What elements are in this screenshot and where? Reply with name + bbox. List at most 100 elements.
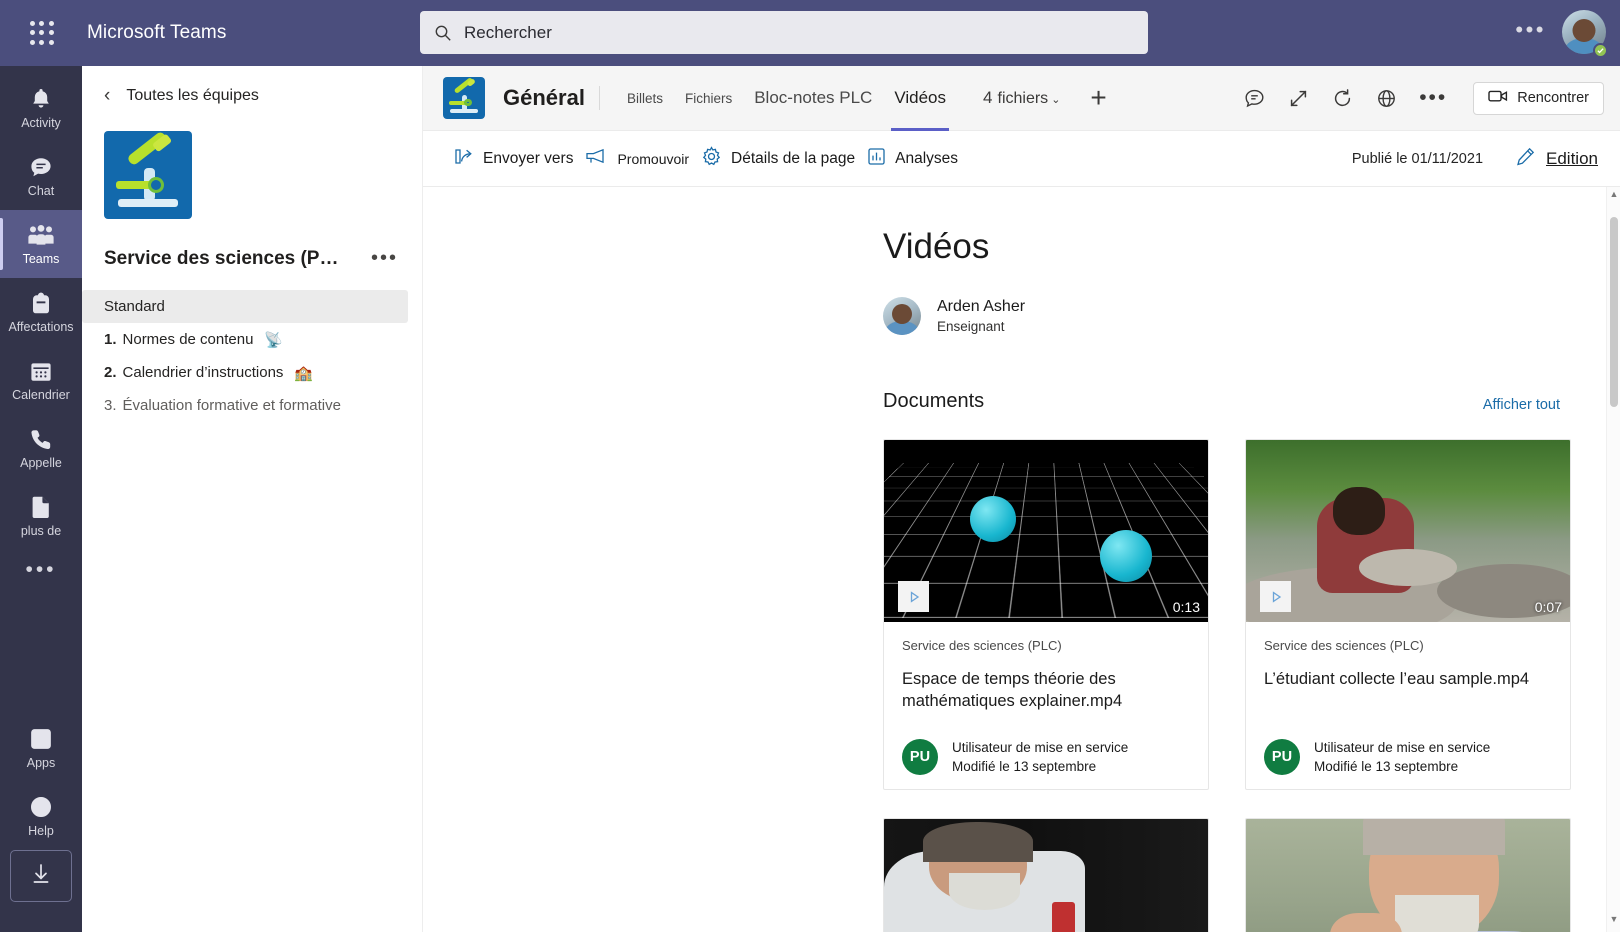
back-to-all-teams-button[interactable]: ‹ Toutes les équipes xyxy=(82,66,422,105)
play-triangle-icon[interactable] xyxy=(898,581,929,612)
tab-bloc-notes-plc[interactable]: Bloc-notes PLC xyxy=(743,66,883,131)
more-horizontal-icon[interactable]: ••• xyxy=(1515,22,1546,38)
page-title: Service des sciences (P… xyxy=(104,248,338,270)
card-author: Utilisateur de mise en service xyxy=(952,740,1128,755)
app-launcher-icon[interactable] xyxy=(22,13,62,53)
rock-3 xyxy=(1359,549,1456,585)
analytics-button[interactable]: Analyses xyxy=(867,147,958,171)
sidebar-item-label: Activity xyxy=(21,116,61,130)
sidebar-item-chat[interactable]: Chat xyxy=(0,142,82,210)
scientist-dark-thumbnail[interactable] xyxy=(884,819,1208,932)
download-app-button[interactable] xyxy=(10,850,72,902)
stream-student-thumbnail[interactable]: 0:07 xyxy=(1246,440,1570,622)
search-input[interactable]: Rechercher xyxy=(420,11,1148,54)
sidebar-item-apps[interactable]: Apps xyxy=(0,714,82,782)
vertical-scrollbar[interactable]: ▲ ▼ xyxy=(1606,187,1620,932)
sharepoint-command-bar: Envoyer vers Promouvoir Détails de la pa… xyxy=(423,131,1620,187)
send-to-label: Envoyer vers xyxy=(483,150,573,168)
tab-fichiers[interactable]: Fichiers xyxy=(674,66,743,131)
video-camera-icon xyxy=(1488,89,1508,107)
add-tab-button[interactable]: + xyxy=(1090,84,1106,112)
analytics-icon xyxy=(867,147,886,171)
sidebar-item-normes-de-contenu[interactable]: 1. Normes de contenu 📡 xyxy=(82,323,408,356)
sidebar-item-appelle[interactable]: Appelle xyxy=(0,414,82,482)
edit-label: Edition xyxy=(1546,149,1598,169)
tab-videos[interactable]: Vidéos xyxy=(883,66,957,131)
show-all-link[interactable]: Afficher tout xyxy=(1483,397,1560,413)
card-site-name: Service des sciences (PLC) xyxy=(1264,638,1552,653)
edit-button[interactable]: Edition xyxy=(1515,146,1598,172)
calendar-icon xyxy=(29,358,53,384)
scrollbar-thumb[interactable] xyxy=(1610,217,1618,407)
sidebar-item-plus-de[interactable]: plus de xyxy=(0,482,82,550)
send-to-button[interactable]: Envoyer vers xyxy=(453,147,573,171)
sidebar-item-affectations[interactable]: Affectations xyxy=(0,278,82,346)
scroll-up-icon[interactable]: ▲ xyxy=(1607,189,1620,205)
channel-title: Général xyxy=(503,85,585,111)
sidebar-item-activity[interactable]: Activity xyxy=(0,74,82,142)
apps-grid-icon xyxy=(29,726,53,752)
megaphone-icon xyxy=(585,148,608,169)
main-content: Général Billets Fichiers Bloc-notes PLC … xyxy=(423,66,1620,932)
command-bar-right: Publié le 01/11/2021 Edition xyxy=(1352,146,1620,172)
promote-button[interactable]: Promouvoir xyxy=(585,148,689,169)
search-placeholder: Rechercher xyxy=(464,23,552,43)
sidebar-item-teams[interactable]: Teams xyxy=(0,210,82,278)
author-avatar xyxy=(883,297,921,335)
expand-diagonal-icon[interactable] xyxy=(1287,87,1309,109)
tab-billets[interactable]: Billets xyxy=(616,66,674,131)
meet-button[interactable]: Rencontrer xyxy=(1473,82,1604,115)
meet-button-label: Rencontrer xyxy=(1517,90,1589,106)
team-more-horizontal-icon[interactable]: ••• xyxy=(371,247,398,270)
conversation-icon[interactable] xyxy=(1243,87,1265,109)
satellite-icon: 📡 xyxy=(264,331,283,349)
teams-app-window: Microsoft Teams Rechercher ••• Activity … xyxy=(0,0,1620,932)
list-item[interactable] xyxy=(883,818,1209,932)
search-icon xyxy=(434,24,452,42)
channel-list: Standard 1. Normes de contenu 📡 2. Calen… xyxy=(82,290,422,422)
channel-label: Normes de contenu xyxy=(123,331,254,348)
tab-bar-actions: ••• Rencontrer xyxy=(1243,82,1620,115)
sidebar-item-label: Chat xyxy=(28,184,54,198)
globe-icon[interactable] xyxy=(1375,87,1397,109)
sidebar-item-calendrier-d-instructions[interactable]: 2. Calendrier d’instructions 🏫 xyxy=(82,356,408,389)
channel-tab-bar: Général Billets Fichiers Bloc-notes PLC … xyxy=(423,66,1620,131)
team-name-row: Service des sciences (P… ••• xyxy=(104,247,422,270)
scroll-down-icon[interactable]: ▼ xyxy=(1607,914,1620,930)
sidebar-item-standard[interactable]: Standard xyxy=(82,290,408,323)
list-item[interactable]: 0:07 Service des sciences (PLC) L’étudia… xyxy=(1245,439,1571,790)
sidebar-item-calendrier[interactable]: Calendrier xyxy=(0,346,82,414)
sidebar-item-help[interactable]: Help xyxy=(0,782,82,850)
card-title: Espace de temps théorie des mathématique… xyxy=(902,669,1190,713)
grid-pattern xyxy=(884,463,1208,618)
file-count-dropdown[interactable]: 4 fichiers ⌄ xyxy=(983,88,1060,108)
top-bar: Microsoft Teams Rechercher ••• xyxy=(0,0,1620,66)
assignments-icon xyxy=(30,290,52,316)
bell-icon xyxy=(30,86,52,112)
author-role: Enseignant xyxy=(937,319,1025,334)
author-info: Arden Asher Enseignant xyxy=(937,298,1025,334)
beaker-blue-thumbnail[interactable] xyxy=(1246,819,1570,932)
send-to-icon xyxy=(453,147,474,171)
sidebar-item-label: Affectations xyxy=(8,320,73,334)
channel-number: 2. xyxy=(104,364,117,381)
play-triangle-icon[interactable] xyxy=(1260,581,1291,612)
gear-icon xyxy=(701,146,722,172)
spacetime-grid-thumbnail[interactable]: 0:13 xyxy=(884,440,1208,622)
page-details-button[interactable]: Détails de la page xyxy=(701,146,855,172)
more-horizontal-icon[interactable]: ••• xyxy=(1419,93,1447,103)
brand-title: Microsoft Teams xyxy=(87,22,226,44)
list-item[interactable]: 0:13 Service des sciences (PLC) Espace d… xyxy=(883,439,1209,790)
people-icon xyxy=(27,222,55,248)
promote-label: Promouvoir xyxy=(617,151,689,167)
channel-microscope-icon xyxy=(443,77,485,119)
channel-label: Standard xyxy=(104,298,165,315)
refresh-icon[interactable] xyxy=(1331,87,1353,109)
list-item[interactable] xyxy=(1245,818,1571,932)
rail-more-horizontal-icon[interactable]: ••• xyxy=(25,564,56,576)
card-modified: Modifié le 13 septembre xyxy=(952,759,1128,774)
author-initials-badge: PU xyxy=(1264,739,1300,775)
student-hair xyxy=(1333,487,1385,534)
sidebar-item-evaluation-formative[interactable]: 3. Évaluation formative et formative xyxy=(82,389,408,422)
app-rail: Activity Chat Teams Affectations Calendr… xyxy=(0,66,82,932)
